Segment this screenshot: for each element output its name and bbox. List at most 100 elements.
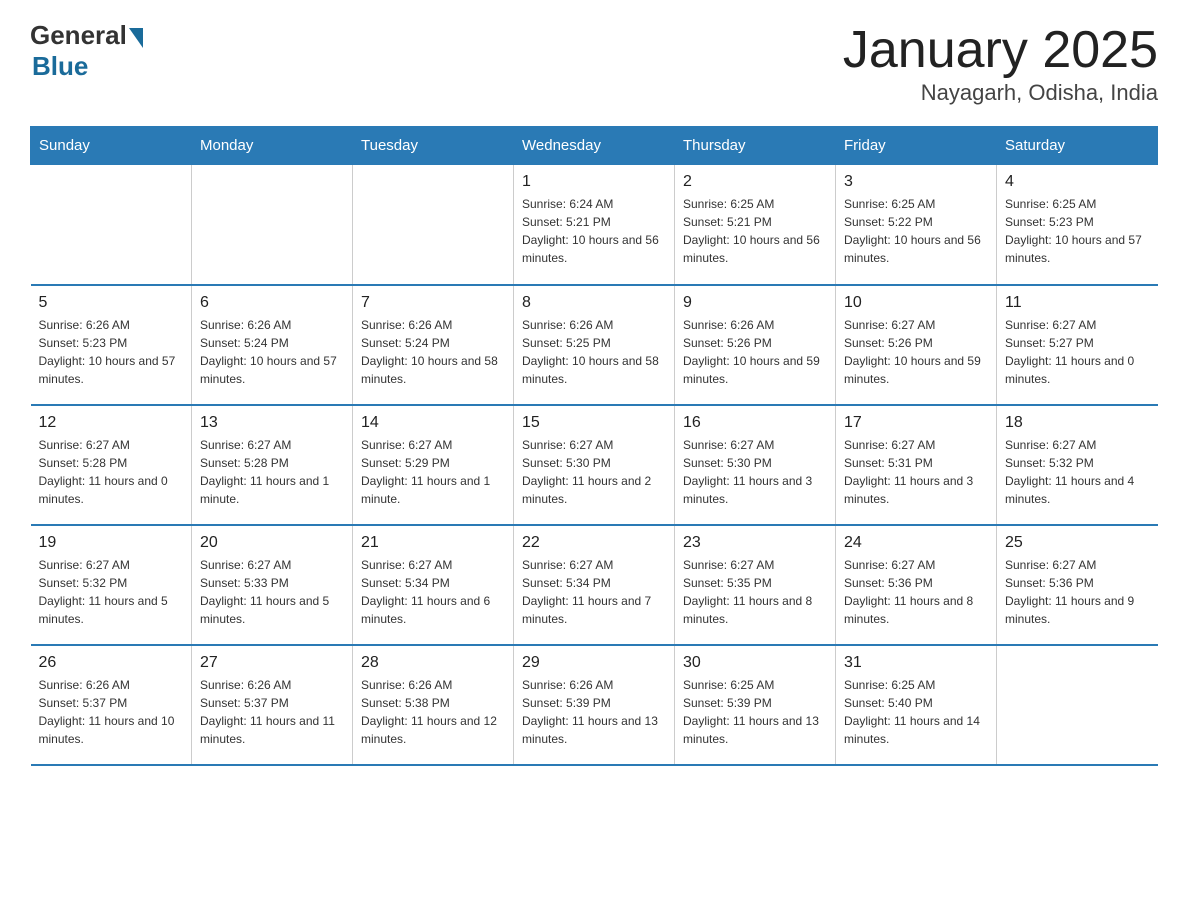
calendar-cell: 5 Sunrise: 6:26 AM Sunset: 5:23 PM Daylig… <box>31 285 192 405</box>
calendar-cell <box>353 165 514 285</box>
calendar-subtitle: Nayagarh, Odisha, India <box>843 80 1158 106</box>
day-info: Sunrise: 6:27 AM Sunset: 5:36 PM Dayligh… <box>844 556 988 628</box>
calendar-cell: 6 Sunrise: 6:26 AM Sunset: 5:24 PM Daylig… <box>192 285 353 405</box>
title-section: January 2025 Nayagarh, Odisha, India <box>843 20 1158 106</box>
day-info: Sunrise: 6:26 AM Sunset: 5:39 PM Dayligh… <box>522 676 666 748</box>
page-header: General Blue January 2025 Nayagarh, Odis… <box>30 20 1158 106</box>
day-header-monday: Monday <box>192 127 353 165</box>
calendar-cell: 29 Sunrise: 6:26 AM Sunset: 5:39 PM Dayli… <box>514 645 675 765</box>
day-number: 20 <box>200 534 344 552</box>
calendar-cell: 16 Sunrise: 6:27 AM Sunset: 5:30 PM Dayli… <box>675 405 836 525</box>
calendar-cell: 25Sunrise: 6:27 AM Sunset: 5:36 PM Dayli… <box>997 525 1158 645</box>
day-info: Sunrise: 6:26 AM Sunset: 5:37 PM Dayligh… <box>39 676 184 748</box>
calendar-cell: 27 Sunrise: 6:26 AM Sunset: 5:37 PM Dayli… <box>192 645 353 765</box>
calendar-cell: 17 Sunrise: 6:27 AM Sunset: 5:31 PM Dayli… <box>836 405 997 525</box>
calendar-cell <box>31 165 192 285</box>
calendar-week-row: 26Sunrise: 6:26 AM Sunset: 5:37 PM Dayli… <box>31 645 1158 765</box>
day-number: 3 <box>844 173 988 191</box>
calendar-cell <box>192 165 353 285</box>
day-info: Sunrise: 6:27 AM Sunset: 5:35 PM Dayligh… <box>683 556 827 628</box>
day-info: Sunrise: 6:27 AM Sunset: 5:28 PM Dayligh… <box>39 436 184 508</box>
day-info: Sunrise: 6:25 AM Sunset: 5:23 PM Dayligh… <box>1005 195 1150 267</box>
calendar-table: SundayMondayTuesdayWednesdayThursdayFrid… <box>30 126 1158 766</box>
day-number: 29 <box>522 654 666 672</box>
day-number: 23 <box>683 534 827 552</box>
day-number: 13 <box>200 414 344 432</box>
day-number: 30 <box>683 654 827 672</box>
calendar-cell: 31Sunrise: 6:25 AM Sunset: 5:40 PM Dayli… <box>836 645 997 765</box>
day-number: 27 <box>200 654 344 672</box>
day-header-tuesday: Tuesday <box>353 127 514 165</box>
day-info: Sunrise: 6:26 AM Sunset: 5:23 PM Dayligh… <box>39 316 184 388</box>
calendar-week-row: 12 Sunrise: 6:27 AM Sunset: 5:28 PM Dayli… <box>31 405 1158 525</box>
calendar-cell: 10 Sunrise: 6:27 AM Sunset: 5:26 PM Dayli… <box>836 285 997 405</box>
day-info: Sunrise: 6:27 AM Sunset: 5:28 PM Dayligh… <box>200 436 344 508</box>
calendar-cell: 7Sunrise: 6:26 AM Sunset: 5:24 PM Daylig… <box>353 285 514 405</box>
day-number: 7 <box>361 294 505 312</box>
day-number: 22 <box>522 534 666 552</box>
logo-blue-text: Blue <box>32 51 143 82</box>
day-info: Sunrise: 6:27 AM Sunset: 5:32 PM Dayligh… <box>1005 436 1150 508</box>
day-header-sunday: Sunday <box>31 127 192 165</box>
day-info: Sunrise: 6:27 AM Sunset: 5:29 PM Dayligh… <box>361 436 505 508</box>
day-info: Sunrise: 6:26 AM Sunset: 5:26 PM Dayligh… <box>683 316 827 388</box>
calendar-cell: 14 Sunrise: 6:27 AM Sunset: 5:29 PM Dayli… <box>353 405 514 525</box>
day-number: 4 <box>1005 173 1150 191</box>
day-number: 1 <box>522 173 666 191</box>
day-number: 24 <box>844 534 988 552</box>
day-number: 15 <box>522 414 666 432</box>
day-info: Sunrise: 6:24 AM Sunset: 5:21 PM Dayligh… <box>522 195 666 267</box>
day-info: Sunrise: 6:27 AM Sunset: 5:34 PM Dayligh… <box>361 556 505 628</box>
calendar-cell: 4 Sunrise: 6:25 AM Sunset: 5:23 PM Daylig… <box>997 165 1158 285</box>
day-info: Sunrise: 6:27 AM Sunset: 5:31 PM Dayligh… <box>844 436 988 508</box>
day-info: Sunrise: 6:25 AM Sunset: 5:21 PM Dayligh… <box>683 195 827 267</box>
day-number: 14 <box>361 414 505 432</box>
logo: General Blue <box>30 20 143 82</box>
day-info: Sunrise: 6:27 AM Sunset: 5:33 PM Dayligh… <box>200 556 344 628</box>
day-number: 31 <box>844 654 988 672</box>
day-number: 18 <box>1005 414 1150 432</box>
day-info: Sunrise: 6:25 AM Sunset: 5:22 PM Dayligh… <box>844 195 988 267</box>
day-header-wednesday: Wednesday <box>514 127 675 165</box>
day-info: Sunrise: 6:27 AM Sunset: 5:30 PM Dayligh… <box>522 436 666 508</box>
day-info: Sunrise: 6:26 AM Sunset: 5:24 PM Dayligh… <box>200 316 344 388</box>
day-info: Sunrise: 6:26 AM Sunset: 5:38 PM Dayligh… <box>361 676 505 748</box>
calendar-cell: 15 Sunrise: 6:27 AM Sunset: 5:30 PM Dayli… <box>514 405 675 525</box>
calendar-cell: 9 Sunrise: 6:26 AM Sunset: 5:26 PM Daylig… <box>675 285 836 405</box>
day-info: Sunrise: 6:26 AM Sunset: 5:25 PM Dayligh… <box>522 316 666 388</box>
day-number: 8 <box>522 294 666 312</box>
calendar-cell <box>997 645 1158 765</box>
day-info: Sunrise: 6:25 AM Sunset: 5:39 PM Dayligh… <box>683 676 827 748</box>
calendar-cell: 23 Sunrise: 6:27 AM Sunset: 5:35 PM Dayli… <box>675 525 836 645</box>
calendar-cell: 20 Sunrise: 6:27 AM Sunset: 5:33 PM Dayli… <box>192 525 353 645</box>
day-number: 11 <box>1005 294 1150 312</box>
calendar-week-row: 1 Sunrise: 6:24 AM Sunset: 5:21 PM Daylig… <box>31 165 1158 285</box>
calendar-cell: 2 Sunrise: 6:25 AM Sunset: 5:21 PM Daylig… <box>675 165 836 285</box>
day-info: Sunrise: 6:27 AM Sunset: 5:26 PM Dayligh… <box>844 316 988 388</box>
day-number: 2 <box>683 173 827 191</box>
calendar-cell: 12 Sunrise: 6:27 AM Sunset: 5:28 PM Dayli… <box>31 405 192 525</box>
calendar-cell: 8 Sunrise: 6:26 AM Sunset: 5:25 PM Daylig… <box>514 285 675 405</box>
calendar-cell: 3 Sunrise: 6:25 AM Sunset: 5:22 PM Daylig… <box>836 165 997 285</box>
day-header-saturday: Saturday <box>997 127 1158 165</box>
day-number: 10 <box>844 294 988 312</box>
day-number: 17 <box>844 414 988 432</box>
day-info: Sunrise: 6:27 AM Sunset: 5:27 PM Dayligh… <box>1005 316 1150 388</box>
day-info: Sunrise: 6:27 AM Sunset: 5:36 PM Dayligh… <box>1005 556 1150 628</box>
calendar-cell: 18 Sunrise: 6:27 AM Sunset: 5:32 PM Dayli… <box>997 405 1158 525</box>
calendar-cell: 30 Sunrise: 6:25 AM Sunset: 5:39 PM Dayli… <box>675 645 836 765</box>
day-number: 12 <box>39 414 184 432</box>
logo-general-text: General <box>30 20 127 51</box>
day-number: 16 <box>683 414 827 432</box>
day-number: 5 <box>39 294 184 312</box>
day-info: Sunrise: 6:27 AM Sunset: 5:30 PM Dayligh… <box>683 436 827 508</box>
day-number: 9 <box>683 294 827 312</box>
day-header-thursday: Thursday <box>675 127 836 165</box>
day-info: Sunrise: 6:26 AM Sunset: 5:37 PM Dayligh… <box>200 676 344 748</box>
calendar-cell: 22Sunrise: 6:27 AM Sunset: 5:34 PM Dayli… <box>514 525 675 645</box>
calendar-cell: 1 Sunrise: 6:24 AM Sunset: 5:21 PM Daylig… <box>514 165 675 285</box>
day-number: 6 <box>200 294 344 312</box>
calendar-week-row: 19Sunrise: 6:27 AM Sunset: 5:32 PM Dayli… <box>31 525 1158 645</box>
calendar-cell: 11 Sunrise: 6:27 AM Sunset: 5:27 PM Dayli… <box>997 285 1158 405</box>
calendar-cell: 19Sunrise: 6:27 AM Sunset: 5:32 PM Dayli… <box>31 525 192 645</box>
